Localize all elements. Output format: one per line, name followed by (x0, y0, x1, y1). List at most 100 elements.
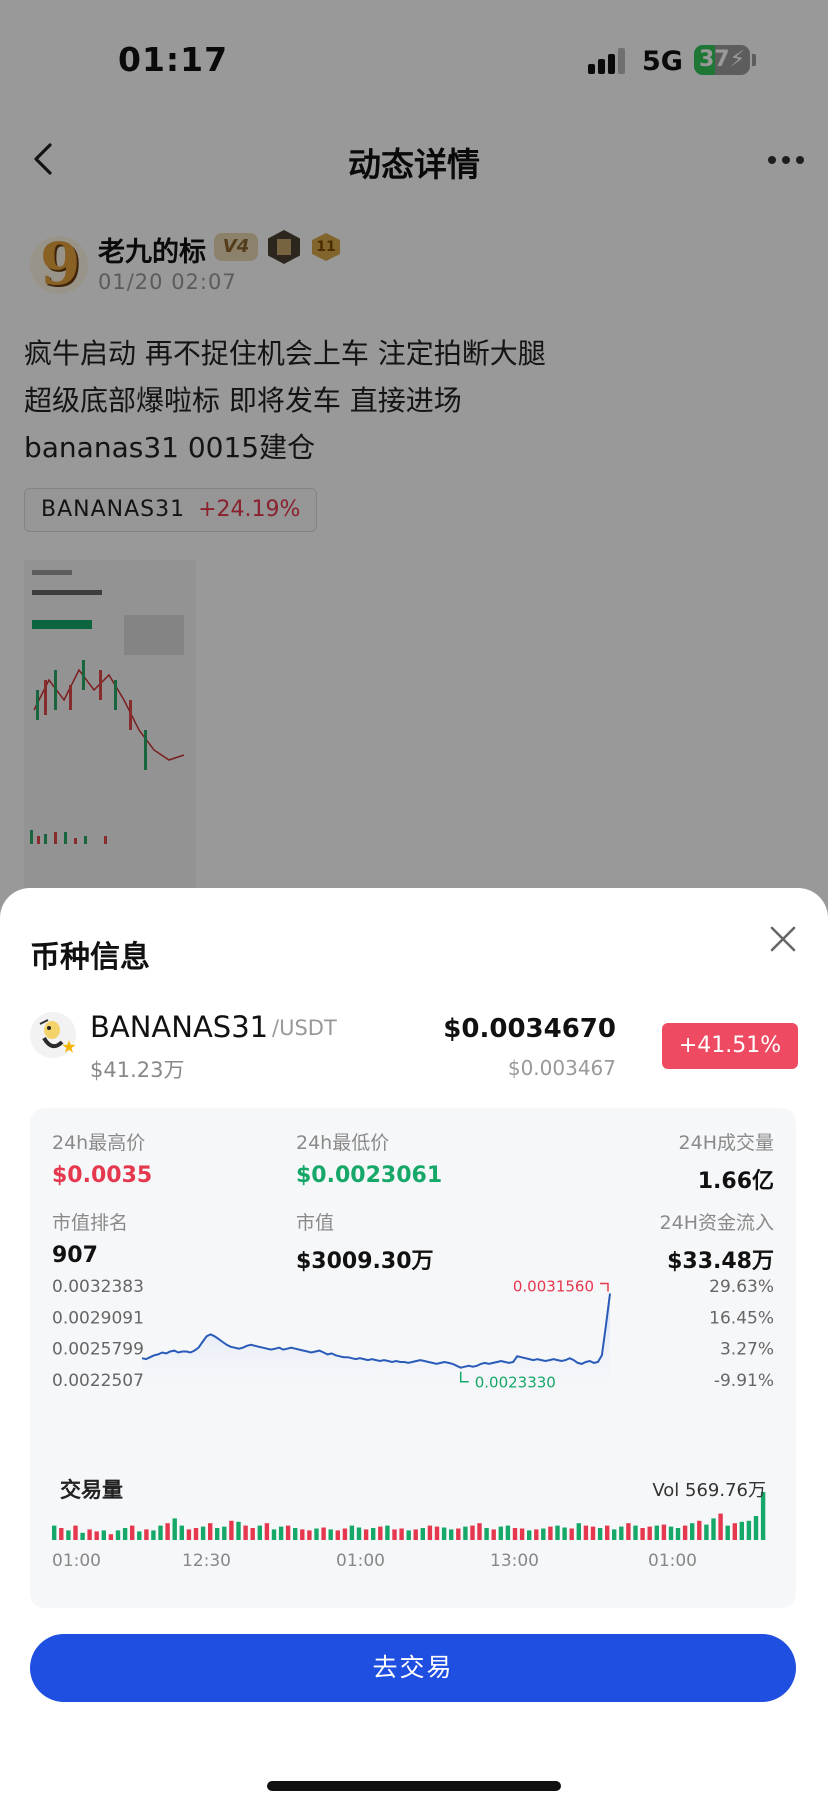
volume-bar (597, 1528, 603, 1540)
volume-bar (682, 1525, 688, 1540)
x-axis-tick: 01:00 (648, 1551, 697, 1571)
volume-bar (512, 1528, 518, 1540)
volume-bar (115, 1530, 121, 1540)
volume-bar (293, 1528, 298, 1540)
volume-value: Vol 569.76万 (652, 1480, 766, 1501)
coin-market-cap: $41.23万 (90, 1058, 185, 1082)
volume-bar (208, 1523, 213, 1540)
volume-bar (562, 1527, 567, 1540)
volume-bar (711, 1518, 716, 1540)
volume-bar (66, 1530, 71, 1540)
volume-bar (548, 1526, 553, 1540)
home-indicator (267, 1781, 561, 1791)
volume-bar (612, 1529, 617, 1540)
volume-bar (165, 1523, 170, 1540)
volume-bar (619, 1526, 624, 1540)
volume-title: 交易量 (60, 1478, 123, 1502)
volume-bar (668, 1526, 674, 1540)
price-line-chart: 0.0032383 0.0029091 0.0025799 0.0022507 29.6… (52, 1277, 774, 1571)
volume-bar (505, 1525, 511, 1540)
volume-bar (200, 1526, 206, 1540)
volume-bar (307, 1530, 312, 1540)
volume-bar (335, 1530, 340, 1540)
volume-bar (725, 1525, 730, 1540)
volume-bar (491, 1529, 496, 1540)
volume-bar (675, 1528, 681, 1540)
volume-bar (654, 1525, 659, 1540)
volume-bar (151, 1530, 156, 1540)
volume-bar (101, 1530, 106, 1540)
volume-bar (484, 1528, 489, 1540)
volume-bar (59, 1528, 64, 1540)
y-axis-tick: 0.0032383 (52, 1277, 144, 1297)
volume-bar (378, 1526, 383, 1540)
volume-bar (356, 1527, 362, 1540)
x-axis-tick: 01:00 (52, 1551, 101, 1571)
coin-symbol: BANANAS31 (90, 1010, 269, 1044)
volume-bar (108, 1534, 114, 1540)
volume-bar (172, 1518, 177, 1540)
volume-bar (590, 1526, 596, 1540)
volume-bar (222, 1526, 227, 1540)
volume-bar (477, 1523, 482, 1540)
sheet-title: 币种信息 (30, 940, 150, 975)
y-axis-right-tick: 16.45% (709, 1308, 774, 1328)
volume-bar (406, 1530, 411, 1540)
x-axis-tick: 01:00 (336, 1551, 385, 1571)
volume-bar (186, 1529, 192, 1540)
volume-bar (321, 1527, 326, 1540)
close-icon[interactable] (768, 924, 798, 954)
volume-bar (534, 1529, 539, 1540)
volume-bar (704, 1524, 709, 1540)
volume-bar (633, 1525, 638, 1540)
market-stats-card: 24h最高价 $0.0035 24h最低价 $0.0023061 24H成交量 … (30, 1108, 796, 1608)
y-axis-right-tick: -9.91% (714, 1371, 774, 1391)
volume-bar (80, 1532, 85, 1540)
coin-price: $0.0034670 (443, 1014, 616, 1044)
volume-bar (583, 1525, 589, 1540)
coin-logo-icon (30, 1012, 76, 1058)
volume-bar (732, 1523, 737, 1540)
go-trade-button[interactable]: 去交易 (30, 1634, 796, 1702)
volume-bar (746, 1520, 752, 1540)
volume-bar (257, 1525, 262, 1540)
volume-bar (690, 1523, 695, 1540)
volume-bar (236, 1521, 241, 1540)
volume-bar (94, 1531, 99, 1540)
volume-bar (519, 1528, 525, 1540)
volume-bar (385, 1525, 390, 1540)
volume-bar (349, 1525, 355, 1540)
volume-bar (264, 1523, 270, 1540)
volume-bar (215, 1528, 220, 1540)
volume-bar (527, 1530, 532, 1540)
volume-bar (300, 1529, 305, 1540)
max-price-label: 0.0031560 (513, 1277, 594, 1295)
volume-bar (122, 1528, 128, 1540)
volume-bar (193, 1528, 199, 1540)
volume-bar (328, 1529, 333, 1540)
volume-bar (626, 1523, 631, 1540)
volume-bar (463, 1526, 468, 1540)
volume-bar (456, 1528, 461, 1540)
price-change-badge: +41.51% (662, 1023, 798, 1069)
volume-bar (470, 1525, 475, 1540)
volume-bar (753, 1516, 759, 1540)
volume-bar (413, 1529, 418, 1540)
volume-bar (434, 1526, 440, 1540)
volume-bar (541, 1528, 546, 1540)
volume-bar (661, 1524, 667, 1540)
volume-bar (342, 1528, 348, 1540)
volume-bar (420, 1528, 425, 1540)
volume-bar (52, 1525, 57, 1540)
volume-bar (179, 1525, 184, 1540)
volume-bar (576, 1523, 581, 1540)
coin-price-secondary: $0.003467 (507, 1056, 616, 1080)
volume-bar (158, 1525, 163, 1540)
volume-bar (718, 1513, 723, 1540)
volume-bar (498, 1526, 503, 1540)
volume-bar (697, 1520, 702, 1540)
volume-bar (73, 1525, 78, 1540)
volume-bar (250, 1528, 255, 1540)
y-axis-right-tick: 3.27% (720, 1340, 774, 1360)
volume-bar (392, 1529, 397, 1540)
